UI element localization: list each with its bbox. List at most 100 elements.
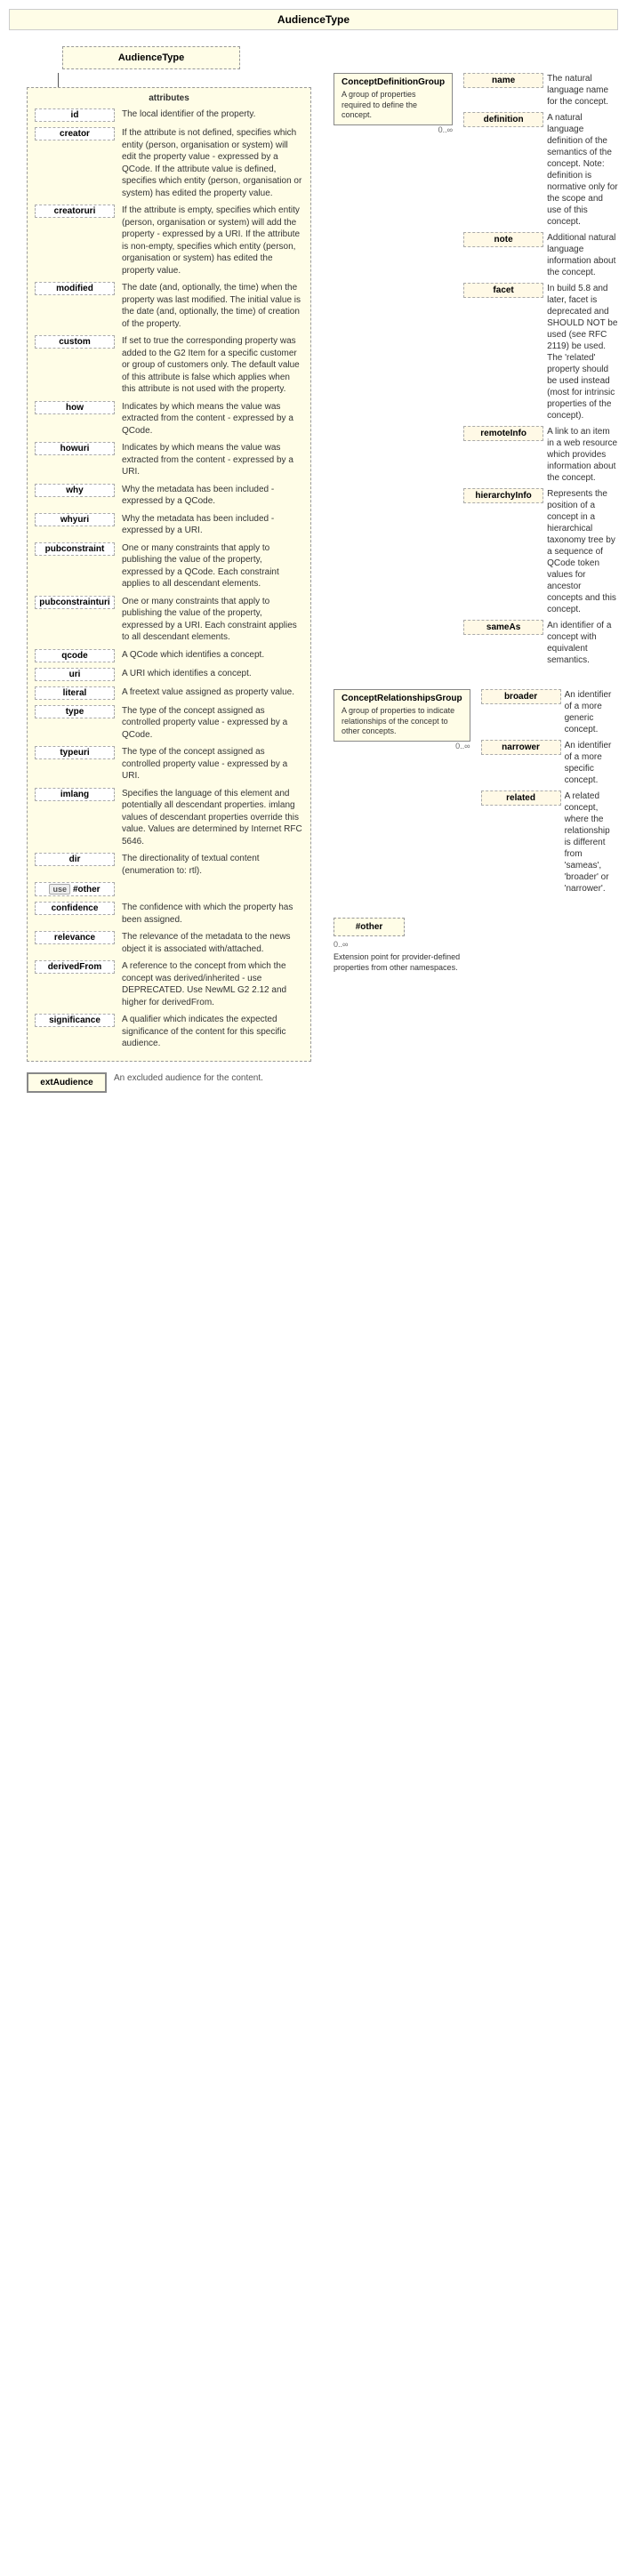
concept-rel-item: broader An identifier of a more generic c… <box>481 689 618 735</box>
attr-desc: One or many constraints that apply to pu… <box>122 542 303 590</box>
attr-row: id The local identifier of the property. <box>35 108 303 122</box>
attr-name-box: why <box>35 484 115 497</box>
attr-desc: The directionality of textual content (e… <box>122 853 303 877</box>
concept-def-section: ConceptDefinitionGroup A group of proper… <box>334 73 618 666</box>
attr-name-box: type <box>35 705 115 718</box>
concept-def-item-name: remoteInfo <box>463 426 543 441</box>
attr-row: typeThe type of the concept assigned as … <box>35 705 303 742</box>
right-panel: ConceptDefinitionGroup A group of proper… <box>334 46 618 1093</box>
attr-desc: A QCode which identifies a concept. <box>122 649 264 662</box>
attr-name-box: qcode <box>35 649 115 662</box>
other-extension-desc: Extension point for provider-defined pro… <box>334 952 476 973</box>
concept-def-items: nameThe natural language name for the co… <box>463 73 618 666</box>
attr-name-box: creatoruri <box>35 205 115 218</box>
attr-desc: If the attribute is not defined, specifi… <box>122 127 303 199</box>
concept-def-item-name: definition <box>463 112 543 127</box>
concept-def-item-name: name <box>463 73 543 88</box>
attr-name-box: modified <box>35 282 115 295</box>
attr-desc: Why the metadata has been included - exp… <box>122 484 303 508</box>
concept-rel-section: ConceptRelationshipsGroup A group of pro… <box>334 689 618 895</box>
attr-name-box: relevance <box>35 931 115 944</box>
concept-def-item-desc: Represents the position of a concept in … <box>547 488 618 615</box>
concept-def-item: nameThe natural language name for the co… <box>463 73 618 108</box>
attr-name-box: confidence <box>35 902 115 915</box>
attr-desc: The date (and, optionally, the time) whe… <box>122 282 303 330</box>
attr-name-box: typeuri <box>35 746 115 759</box>
page-title: AudienceType <box>9 9 618 30</box>
attr-name-box: imlang <box>35 788 115 801</box>
ext-audience-desc: An excluded audience for the content. <box>114 1072 263 1084</box>
attr-row: literalA freetext value assigned as prop… <box>35 686 303 700</box>
attr-desc: A qualifier which indicates the expected… <box>122 1014 303 1050</box>
left-panel: AudienceType attributes id The local iden… <box>9 46 334 1093</box>
attr-row: howuri Indicates by which means the value… <box>35 442 303 478</box>
other-extension-section: #other 0..∞ Extension point for provider… <box>334 918 618 973</box>
concept-rel-title: ConceptRelationshipsGroup <box>342 694 462 703</box>
attr-name-box: significance <box>35 1014 115 1027</box>
attributes-group: attributes id The local identifier of the… <box>27 87 311 1062</box>
attr-name-box: howuri <box>35 442 115 455</box>
concept-rel-item: narrowerAn identifier of a more specific… <box>481 740 618 786</box>
concept-def-item-desc: In build 5.8 and later, facet is depreca… <box>547 283 618 421</box>
concept-def-item-desc: A natural language definition of the sem… <box>547 112 618 228</box>
attr-desc: A reference to the concept from which th… <box>122 960 303 1008</box>
concept-def-item-desc: An identifier of a concept with equivale… <box>547 620 618 666</box>
attributes-title: attributes <box>35 93 303 103</box>
attr-row: modified The date (and, optionally, the t… <box>35 282 303 330</box>
attr-desc: The confidence with which the property h… <box>122 902 303 926</box>
ext-audience-box: extAudience <box>27 1072 107 1093</box>
attr-desc: The relevance of the metadata to the new… <box>122 931 303 955</box>
concept-rel-item-name: related <box>481 790 561 806</box>
attr-name-box: pubconstraint <box>35 542 115 556</box>
concept-def-item-name: hierarchyInfo <box>463 488 543 503</box>
concept-def-item-desc: Additional natural language information … <box>547 232 618 278</box>
concept-def-item-name: facet <box>463 283 543 298</box>
other-extension-multiplicity: 0..∞ <box>334 940 348 949</box>
attributes-list: id The local identifier of the property. c… <box>35 108 303 1050</box>
attr-name-box: use#other <box>35 882 115 896</box>
concept-def-container: ConceptDefinitionGroup A group of proper… <box>334 73 453 134</box>
attr-name-box: dir <box>35 853 115 866</box>
attr-row: custom If set to true the corresponding p… <box>35 335 303 396</box>
attr-row: whyuriWhy the metadata has been included… <box>35 513 303 537</box>
attr-name-box: derivedFrom <box>35 960 115 974</box>
other-extension-box: #other <box>334 918 405 936</box>
concept-def-item: sameAs An identifier of a concept with eq… <box>463 620 618 666</box>
concept-rel-item-desc: An identifier of a more generic concept. <box>565 689 618 735</box>
attr-row: uriA URI which identifies a concept. <box>35 668 303 681</box>
ext-audience-section: extAudience An excluded audience for the… <box>27 1072 263 1093</box>
attr-row: pubconstrainturiOne or many constraints … <box>35 596 303 644</box>
attr-name-box: custom <box>35 335 115 349</box>
attr-desc: The type of the concept assigned as cont… <box>122 746 303 782</box>
attr-name-box: id <box>35 108 115 122</box>
page: AudienceType AudienceType attributes id T… <box>0 0 627 2576</box>
vertical-connector <box>58 73 59 87</box>
attr-row: significance A qualifier which indicates … <box>35 1014 303 1050</box>
attr-row: creator If the attribute is not defined, … <box>35 127 303 199</box>
attr-row: use#other <box>35 882 303 896</box>
concept-def-multiplicity: 0..∞ <box>334 125 453 134</box>
attr-desc: Indicates by which means the value was e… <box>122 442 303 478</box>
attr-desc: A freetext value assigned as property va… <box>122 686 294 699</box>
concept-def-item-name: sameAs <box>463 620 543 635</box>
concept-rel-box: ConceptRelationshipsGroup A group of pro… <box>334 689 470 742</box>
concept-rel-container: ConceptRelationshipsGroup A group of pro… <box>334 689 470 750</box>
attr-row: creatoruri If the attribute is empty, spe… <box>35 205 303 277</box>
attr-row: typeuri The type of the concept assigned … <box>35 746 303 782</box>
concept-rel-multiplicity: 0..∞ <box>334 742 470 750</box>
attr-name-box: pubconstrainturi <box>35 596 115 609</box>
concept-rel-item-name: broader <box>481 689 561 704</box>
concept-rel-items: broader An identifier of a more generic c… <box>481 689 618 895</box>
concept-def-item: note Additional natural language informat… <box>463 232 618 278</box>
audience-type-box: AudienceType <box>62 46 240 69</box>
attr-desc: A URI which identifies a concept. <box>122 668 252 680</box>
attr-desc: Specifies the language of this element a… <box>122 788 303 848</box>
main-layout: AudienceType attributes id The local iden… <box>9 37 618 1102</box>
attr-name-box: creator <box>35 127 115 140</box>
attr-desc: If set to true the corresponding propert… <box>122 335 303 396</box>
concept-rel-item-name: narrower <box>481 740 561 755</box>
attr-row: qcode A QCode which identifies a concept. <box>35 649 303 662</box>
attr-desc: If the attribute is empty, specifies whi… <box>122 205 303 277</box>
attr-desc: The local identifier of the property. <box>122 108 255 121</box>
concept-def-item-name: note <box>463 232 543 247</box>
